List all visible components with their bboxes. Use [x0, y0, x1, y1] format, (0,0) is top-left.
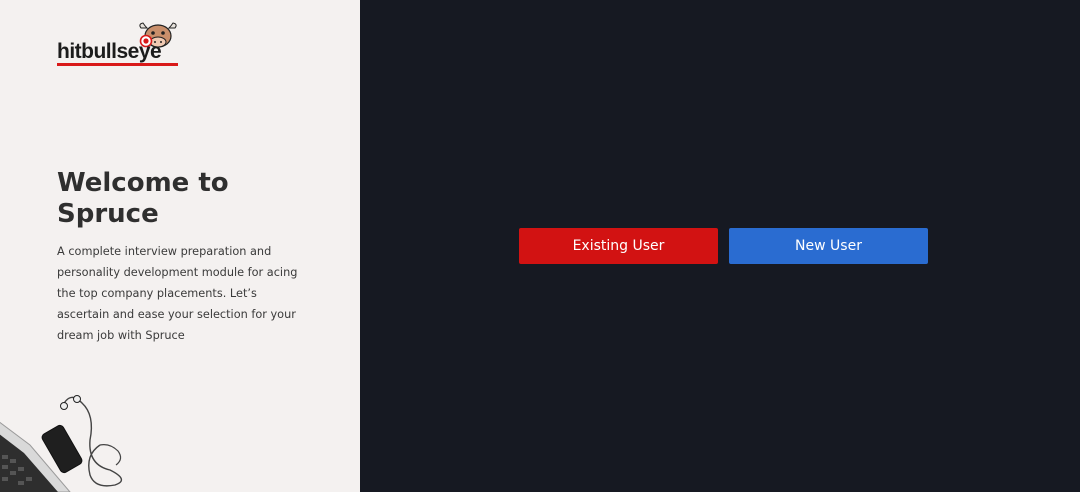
left-panel: hitbullseye Welcome to Spruce A complete…: [0, 0, 360, 492]
laptop-phone-earphones-image: [0, 395, 123, 492]
page-title: Welcome to Spruce: [57, 168, 229, 229]
logo-text: hitbullseye: [57, 40, 162, 63]
right-panel: Existing User New User: [360, 0, 1080, 492]
hitbullseye-logo[interactable]: hitbullseye: [57, 22, 187, 70]
existing-user-button[interactable]: Existing User: [519, 228, 718, 264]
new-user-button[interactable]: New User: [729, 228, 928, 264]
logo-underline: [57, 63, 178, 66]
intro-description: A complete interview preparation and per…: [57, 245, 298, 342]
